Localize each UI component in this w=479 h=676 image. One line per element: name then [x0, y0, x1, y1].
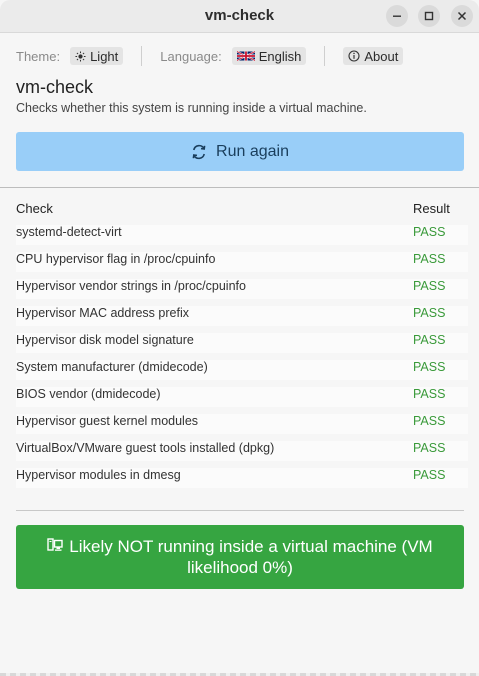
check-result: PASS: [413, 333, 446, 347]
check-name: System manufacturer (dmidecode): [16, 360, 208, 374]
about-button[interactable]: About: [343, 47, 404, 65]
table-row: Hypervisor vendor strings in /proc/cpuin…: [16, 276, 468, 303]
close-icon: [457, 11, 467, 21]
page-subtitle: Checks whether this system is running in…: [16, 101, 367, 115]
check-result: PASS: [413, 252, 446, 266]
table-row: CPU hypervisor flag in /proc/cpuinfo PASS: [16, 249, 468, 276]
theme-label: Theme:: [16, 48, 61, 64]
check-name: VirtualBox/VMware guest tools installed …: [16, 441, 275, 455]
table-row: Hypervisor MAC address prefix PASS: [16, 303, 468, 330]
check-result: PASS: [413, 441, 446, 455]
divider: [141, 46, 143, 66]
divider: [16, 510, 464, 511]
check-result: PASS: [413, 387, 446, 401]
divider: [0, 187, 479, 188]
maximize-icon: [424, 11, 434, 21]
run-again-label: Run again: [216, 142, 289, 160]
check-name: Hypervisor disk model signature: [16, 333, 194, 347]
minimize-button[interactable]: [386, 5, 408, 27]
table-row: Hypervisor disk model signature PASS: [16, 330, 468, 357]
minimize-icon: [393, 15, 401, 17]
theme-toggle-button[interactable]: Light: [70, 47, 124, 65]
info-icon: [348, 50, 360, 62]
check-result: PASS: [413, 468, 446, 482]
check-name: BIOS vendor (dmidecode): [16, 387, 161, 401]
verdict-banner: Likely NOT running inside a virtual mach…: [16, 525, 464, 589]
check-name: Hypervisor MAC address prefix: [16, 306, 189, 320]
check-result: PASS: [413, 360, 446, 374]
check-name: Hypervisor modules in dmesg: [16, 468, 181, 482]
table-row: VirtualBox/VMware guest tools installed …: [16, 438, 468, 465]
about-label: About: [364, 48, 399, 64]
theme-value: Light: [90, 48, 119, 64]
title-bar: vm-check: [0, 0, 479, 33]
language-label: Language:: [160, 48, 222, 64]
computer-icon: [47, 538, 63, 551]
column-header-check: Check: [16, 201, 53, 216]
table-row: System manufacturer (dmidecode) PASS: [16, 357, 468, 384]
results-table: systemd-detect-virt PASS CPU hypervisor f…: [16, 222, 468, 492]
page-title: vm-check: [16, 77, 94, 97]
language-value: English: [258, 48, 302, 64]
app-window: vm-check Theme: Light Language: English …: [0, 0, 479, 676]
sun-icon: [75, 50, 86, 62]
table-row: Hypervisor guest kernel modules PASS: [16, 411, 468, 438]
column-header-result: Result: [413, 201, 450, 216]
table-row: systemd-detect-virt PASS: [16, 222, 468, 249]
check-name: systemd-detect-virt: [16, 225, 122, 239]
maximize-button[interactable]: [418, 5, 440, 27]
table-row: Hypervisor modules in dmesg PASS: [16, 465, 468, 492]
run-again-button[interactable]: Run again: [16, 132, 464, 171]
check-name: Hypervisor vendor strings in /proc/cpuin…: [16, 279, 246, 293]
language-select-button[interactable]: English: [231, 47, 307, 65]
verdict-content: Likely NOT running inside a virtual mach…: [34, 536, 446, 578]
refresh-icon: [192, 144, 206, 159]
check-name: Hypervisor guest kernel modules: [16, 414, 199, 428]
check-result: PASS: [413, 279, 446, 293]
verdict-text: Likely NOT running inside a virtual mach…: [69, 537, 433, 577]
uk-flag-icon: [236, 50, 255, 62]
table-row: BIOS vendor (dmidecode) PASS: [16, 384, 468, 411]
divider: [324, 46, 326, 66]
check-name: CPU hypervisor flag in /proc/cpuinfo: [16, 252, 216, 266]
check-result: PASS: [413, 414, 446, 428]
check-result: PASS: [413, 306, 446, 320]
close-button[interactable]: [451, 5, 473, 27]
settings-bar: Theme: Light Language: English About: [16, 45, 463, 67]
check-result: PASS: [413, 225, 446, 239]
